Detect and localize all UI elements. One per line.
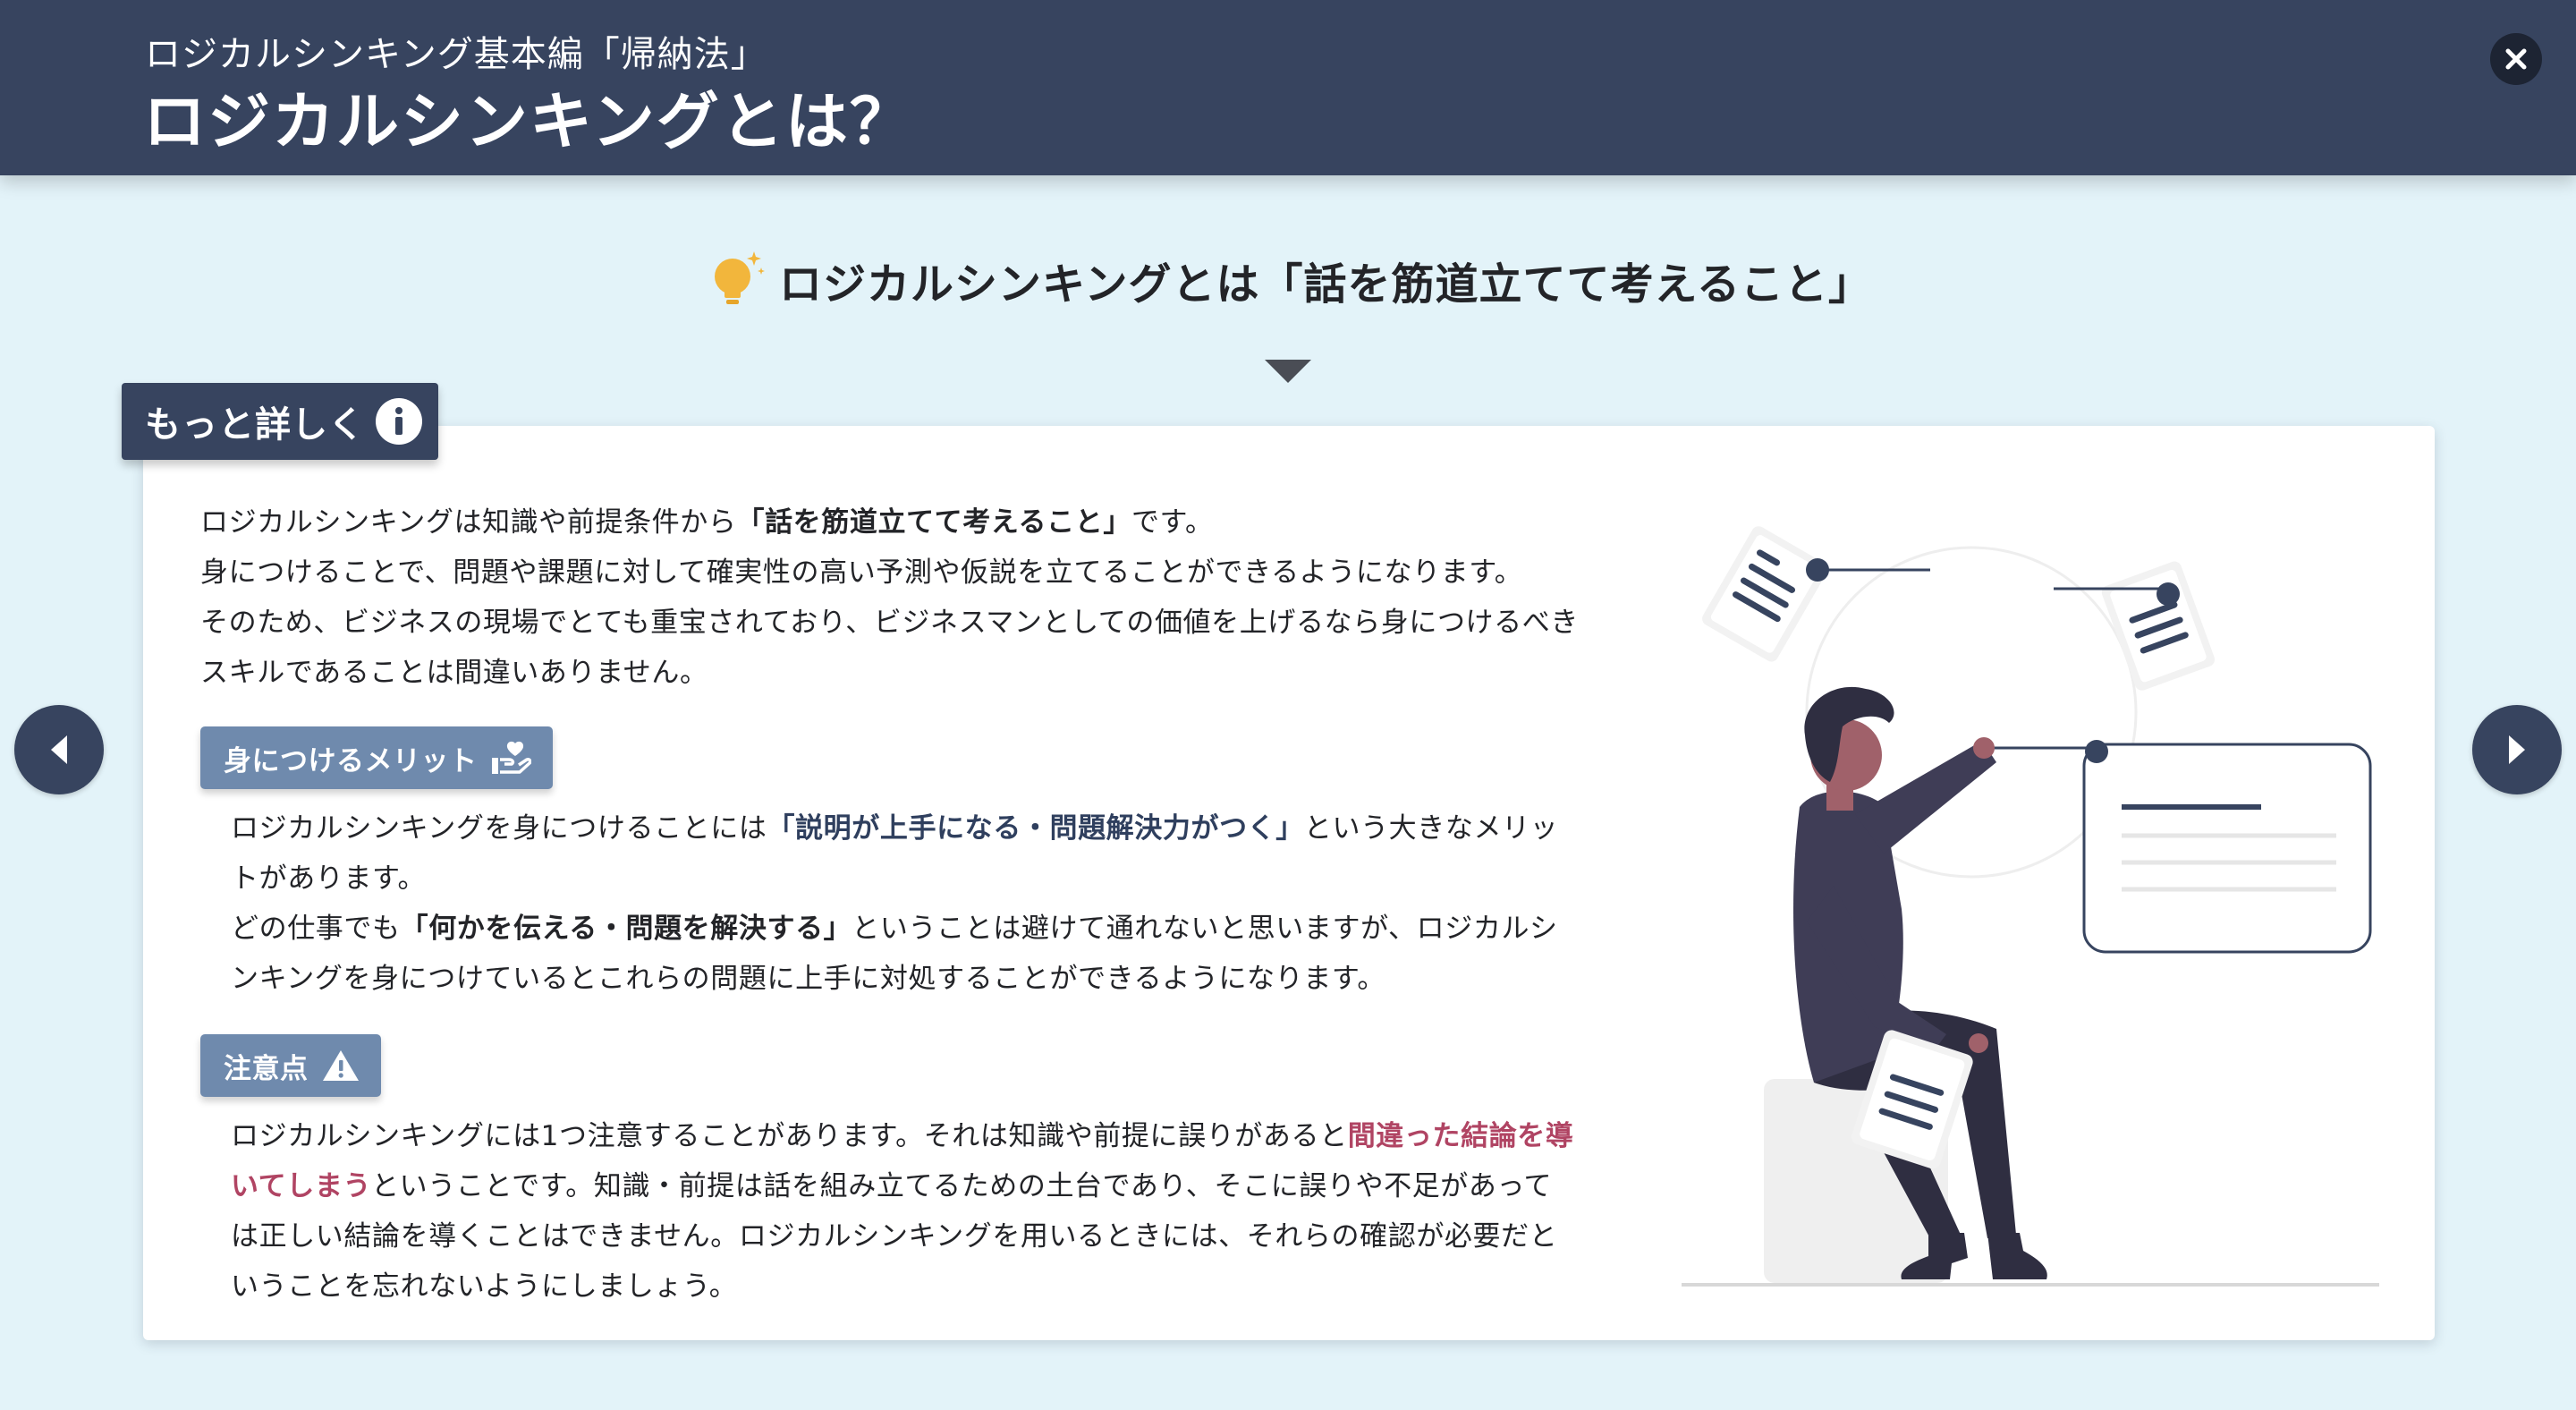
merit-text: という大きなメリッ xyxy=(1303,812,1559,845)
caution-emphasis: いてしまう xyxy=(231,1170,372,1202)
caution-emphasis: 間違った結論を導 xyxy=(1347,1120,1574,1152)
caution-paragraph: ロジカルシンキングには1つ注意することがあります。それは知識や前提に誤りがあると… xyxy=(231,1111,1608,1312)
caution-badge-label: 注意点 xyxy=(224,1052,309,1085)
lead-text: ロジカルシンキングとは「話を筋道立てて考えること」 xyxy=(778,259,1873,310)
merit-emphasis: 「説明が上手になる・問題解決力がつく」 xyxy=(767,812,1304,845)
caution-text: は正しい結論を導くことはできません。ロジカルシンキングを用いるときには、それらの… xyxy=(231,1220,1558,1253)
down-arrow-icon xyxy=(1265,360,1311,383)
caution-text: ロジカルシンキングには1つ注意することがあります。それは知識や前提に誤りがあると xyxy=(231,1120,1348,1152)
more-details-label: もっと詳しく xyxy=(145,404,365,446)
merit-emphasis: 「何かを伝える・問題を解決する」 xyxy=(400,913,852,945)
intro-text: スキルであることは間違いありません。 xyxy=(200,657,708,689)
close-button[interactable] xyxy=(2490,33,2542,85)
merit-text: どの仕事でも xyxy=(231,913,401,945)
caution-badge: 注意点 xyxy=(200,1034,381,1097)
merit-text: ンキングを身につけているとこれらの問題に上手に対処することができるようになります… xyxy=(231,963,1385,995)
header-bar: ロジカルシンキング基本編「帰納法」 ロジカルシンキングとは？ xyxy=(0,0,2576,175)
lead-statement: ロジカルシンキングとは「話を筋道立てて考えること」 xyxy=(0,240,2576,320)
chevron-right-icon xyxy=(2509,735,2525,764)
close-icon xyxy=(2505,48,2527,70)
hand-heart-icon xyxy=(491,741,531,774)
lightbulb-icon xyxy=(714,251,765,304)
merit-text: トがあります。 xyxy=(231,862,427,895)
person-with-documents-illustration xyxy=(1682,526,2379,1287)
info-icon xyxy=(376,398,422,445)
intro-paragraph: ロジカルシンキングは知識や前提条件から「話を筋道立てて考えること」です。 身につ… xyxy=(200,497,1631,698)
more-details-tab: もっと詳しく xyxy=(122,383,438,460)
page-title: ロジカルシンキングとは？ xyxy=(143,85,914,158)
warning-icon xyxy=(322,1050,359,1081)
prev-button[interactable] xyxy=(14,705,104,794)
next-button[interactable] xyxy=(2472,705,2562,794)
merit-text: ロジカルシンキングを身につけることには xyxy=(231,812,767,845)
merit-paragraph: ロジカルシンキングを身につけることには「説明が上手になる・問題解決力がつく」とい… xyxy=(231,803,1608,1004)
merit-badge-label: 身につけるメリット xyxy=(224,744,478,777)
intro-text: 身につけることで、問題や課題に対して確実性の高い予測や仮説を立てることができるよ… xyxy=(200,556,1523,589)
intro-emphasis: 「話を筋道立てて考えること」 xyxy=(736,506,1131,539)
chevron-left-icon xyxy=(51,735,67,764)
intro-text: そのため、ビジネスの現場でとても重宝されており、ビジネスマンとしての価値を上げる… xyxy=(200,607,1579,639)
caution-text: いうことを忘れないようにしましょう。 xyxy=(231,1270,738,1303)
merit-badge: 身につけるメリット xyxy=(200,726,553,789)
intro-text: です。 xyxy=(1131,506,1214,539)
caution-text: ということです。知識・前提は話を組み立てるための土台であり、そこに誤りや不足があ… xyxy=(371,1170,1553,1202)
lesson-subtitle: ロジカルシンキング基本編「帰納法」 xyxy=(145,34,767,75)
merit-text: ということは避けて通れないと思いますが、ロジカルシ xyxy=(852,913,1558,945)
intro-text: ロジカルシンキングは知識や前提条件から xyxy=(200,506,737,539)
